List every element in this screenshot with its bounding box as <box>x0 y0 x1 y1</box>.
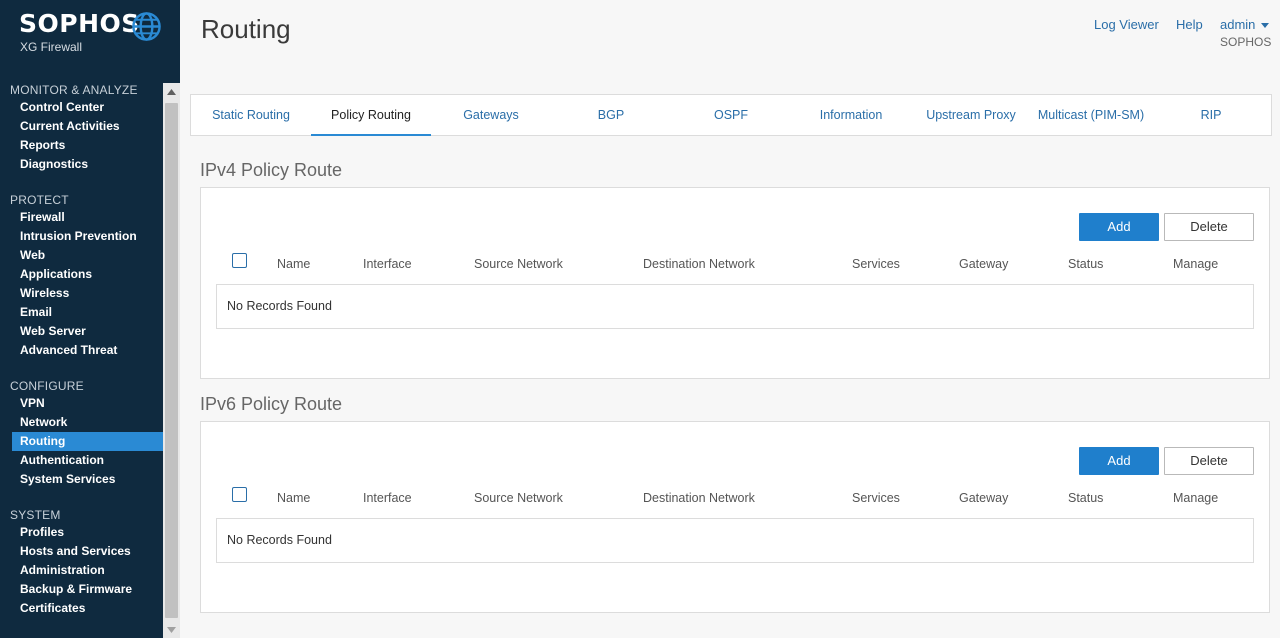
tab-policy-routing[interactable]: Policy Routing <box>311 95 431 136</box>
tab-static-routing[interactable]: Static Routing <box>191 95 311 136</box>
nav-item-web-server[interactable]: Web Server <box>12 322 163 341</box>
globe-logo-icon <box>132 12 161 41</box>
brand-logo-text: SOPHOS <box>19 9 140 38</box>
column-header: Source Network <box>474 257 563 271</box>
nav-item-network[interactable]: Network <box>12 413 163 432</box>
admin-username: admin <box>1220 17 1256 32</box>
scroll-thumb[interactable] <box>165 103 178 618</box>
tab-upstream-proxy[interactable]: Upstream Proxy <box>911 95 1031 136</box>
nav-item-current-activities[interactable]: Current Activities <box>12 117 163 136</box>
side-navigation: MONITOR & ANALYZE Control Center Current… <box>0 78 163 638</box>
tab-bgp[interactable]: BGP <box>551 95 671 136</box>
nav-item-reports[interactable]: Reports <box>12 136 163 155</box>
nav-item-authentication[interactable]: Authentication <box>12 451 163 470</box>
help-link[interactable]: Help <box>1176 17 1203 32</box>
column-header: Source Network <box>474 491 563 505</box>
scroll-down-arrow-icon[interactable] <box>163 621 180 638</box>
column-header: Gateway <box>959 257 1009 271</box>
nav-item-email[interactable]: Email <box>12 303 163 322</box>
nav-item-diagnostics[interactable]: Diagnostics <box>12 155 163 174</box>
nav-item-routing[interactable]: Routing <box>12 432 163 451</box>
ipv4-add-button[interactable]: Add <box>1079 213 1159 241</box>
tab-ospf[interactable]: OSPF <box>671 95 791 136</box>
column-header: Status <box>1068 491 1104 505</box>
column-header: Interface <box>363 491 412 505</box>
nav-item-control-center[interactable]: Control Center <box>12 98 163 117</box>
tab-rip[interactable]: RIP <box>1151 95 1271 136</box>
column-header: Interface <box>363 257 412 271</box>
product-name: XG Firewall <box>20 40 83 54</box>
nav-section-monitor: MONITOR & ANALYZE <box>10 83 138 97</box>
column-header: Status <box>1068 257 1104 271</box>
scroll-up-arrow-icon[interactable] <box>163 83 180 100</box>
ipv4-delete-button[interactable]: Delete <box>1164 213 1254 241</box>
ipv6-empty-records: No Records Found <box>216 518 1254 563</box>
organization-name: SOPHOS <box>1220 35 1272 49</box>
chevron-down-icon <box>1261 23 1270 29</box>
column-header: Destination Network <box>643 257 755 271</box>
nav-item-backup-firmware[interactable]: Backup & Firmware <box>12 580 163 599</box>
log-viewer-link[interactable]: Log Viewer <box>1094 17 1159 32</box>
nav-item-certificates[interactable]: Certificates <box>12 599 163 618</box>
nav-item-intrusion-prevention[interactable]: Intrusion Prevention <box>12 227 163 246</box>
nav-section-configure: CONFIGURE <box>10 379 84 393</box>
tab-multicast[interactable]: Multicast (PIM-SM) <box>1031 95 1151 136</box>
ipv6-add-button[interactable]: Add <box>1079 447 1159 475</box>
tab-gateways[interactable]: Gateways <box>431 95 551 136</box>
ipv6-section-title: IPv6 Policy Route <box>200 394 343 414</box>
nav-item-hosts-and-services[interactable]: Hosts and Services <box>12 542 163 561</box>
no-records-text: No Records Found <box>227 299 332 313</box>
column-header: Destination Network <box>643 491 755 505</box>
nav-item-web[interactable]: Web <box>12 246 163 265</box>
nav-section-system: SYSTEM <box>10 508 61 522</box>
ipv4-policy-route-panel: Add Delete Name Interface Source Network… <box>200 187 1270 379</box>
nav-item-applications[interactable]: Applications <box>12 265 163 284</box>
routing-tabs: Static Routing Policy Routing Gateways B… <box>190 94 1272 136</box>
column-header: Manage <box>1173 257 1219 271</box>
sidebar-scrollbar[interactable] <box>163 83 180 638</box>
ipv6-select-all-checkbox[interactable] <box>232 487 247 502</box>
nav-item-advanced-threat[interactable]: Advanced Threat <box>12 341 163 360</box>
ipv4-section-title: IPv4 Policy Route <box>200 160 343 180</box>
brand-area: SOPHOS XG Firewall <box>0 0 180 78</box>
column-header: Services <box>852 491 900 505</box>
column-header: Name <box>277 257 311 271</box>
nav-item-administration[interactable]: Administration <box>12 561 163 580</box>
admin-user-menu[interactable]: admin <box>1220 17 1270 32</box>
sidebar: SOPHOS XG Firewall MONITOR & ANALYZE Con… <box>0 0 180 638</box>
column-header: Manage <box>1173 491 1219 505</box>
ipv6-policy-route-panel: Add Delete Name Interface Source Network… <box>200 421 1270 613</box>
column-header: Gateway <box>959 491 1009 505</box>
column-header: Services <box>852 257 900 271</box>
nav-item-system-services[interactable]: System Services <box>12 470 163 489</box>
ipv4-empty-records: No Records Found <box>216 284 1254 329</box>
page-title: Routing <box>201 14 291 44</box>
nav-item-vpn[interactable]: VPN <box>12 394 163 413</box>
nav-item-firewall[interactable]: Firewall <box>12 208 163 227</box>
ipv4-select-all-checkbox[interactable] <box>232 253 247 268</box>
nav-item-profiles[interactable]: Profiles <box>12 523 163 542</box>
column-header: Name <box>277 491 311 505</box>
no-records-text: No Records Found <box>227 533 332 547</box>
nav-item-wireless[interactable]: Wireless <box>12 284 163 303</box>
nav-section-protect: PROTECT <box>10 193 69 207</box>
tab-information[interactable]: Information <box>791 95 911 136</box>
ipv6-delete-button[interactable]: Delete <box>1164 447 1254 475</box>
